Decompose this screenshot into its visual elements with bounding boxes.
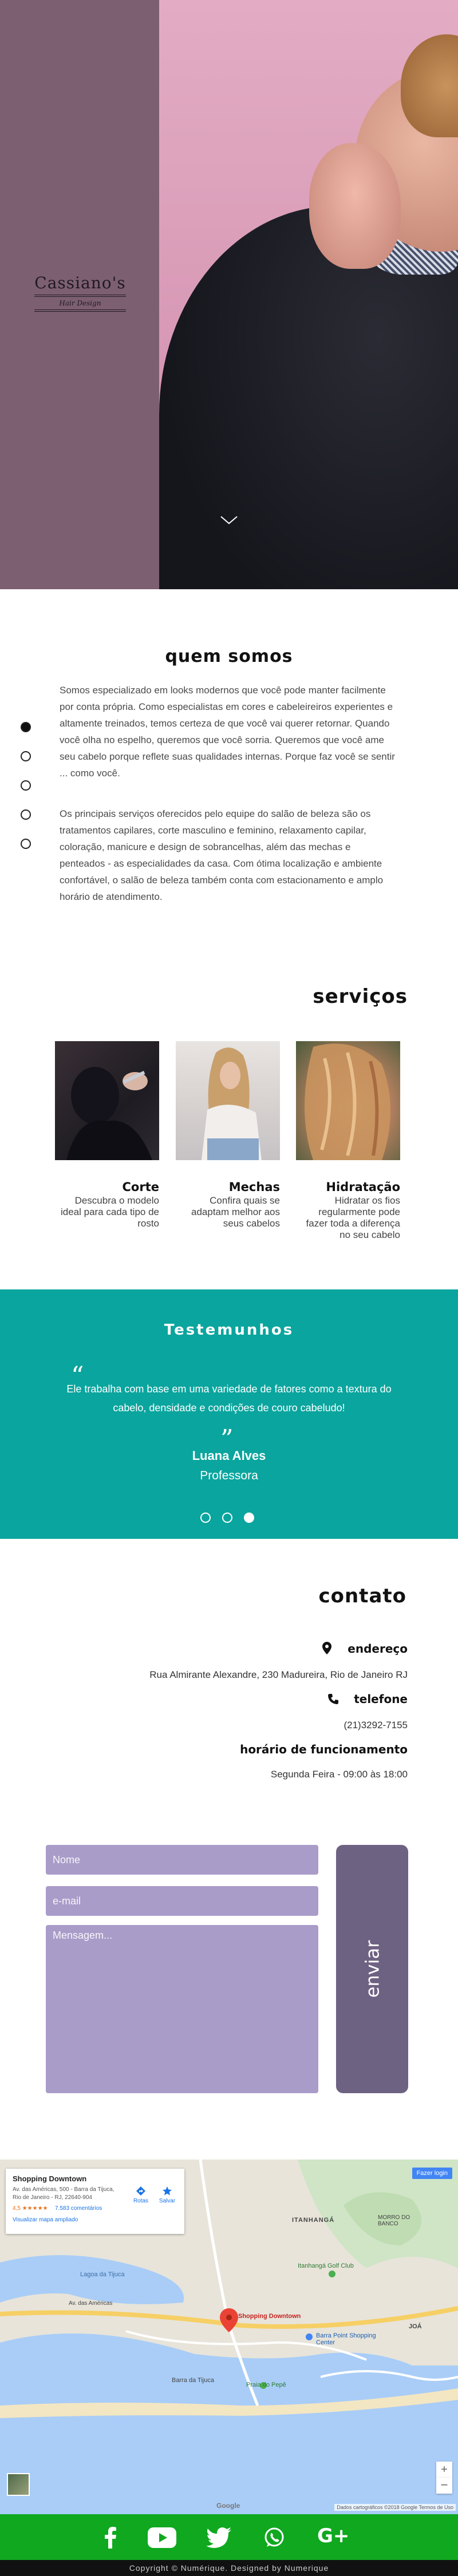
map-place-name: Shopping Downtown: [13, 2174, 87, 2183]
section-dot-nav: [21, 722, 32, 868]
map-label-barra-point: Barra Point Shopping Center: [316, 2332, 376, 2346]
address-text: Rua Almirante Alexandre, 230 Madureira, …: [149, 1669, 408, 1680]
map-label-lagoa: Lagoa da Tijuca: [80, 2271, 125, 2278]
map-label-marker: Shopping Downtown: [238, 2313, 301, 2320]
dot-nav-5[interactable]: [21, 839, 31, 849]
map-reviews-link[interactable]: 7.583 comentários: [55, 2205, 102, 2212]
service-image-hidratacao: [296, 1041, 400, 1160]
zoom-out-button[interactable]: −: [436, 2478, 452, 2494]
logo-divider: [34, 295, 126, 297]
service-name-corte: Corte: [122, 1180, 159, 1194]
map-save-label: Salvar: [159, 2198, 176, 2204]
contact-form: enviar: [46, 1845, 412, 2097]
services-title: serviços: [313, 985, 408, 1008]
testimonial-text: Ele trabalha com base em uma variedade d…: [66, 1383, 392, 1414]
directions-icon: [136, 2186, 145, 2196]
service-desc-mechas: Confira quais se adaptam melhor aos seus…: [191, 1195, 280, 1229]
service-image-mechas: [176, 1041, 280, 1160]
hero-section: Cassiano's Hair Design: [0, 0, 458, 589]
logo-name: Cassiano's: [34, 273, 126, 292]
testimonial-author: Luana Alves: [192, 1448, 266, 1463]
address-heading: endereço: [322, 1642, 408, 1656]
about-paragraph-1: Somos especializado em looks modernos qu…: [60, 685, 395, 779]
send-button-label: enviar: [361, 1940, 383, 1998]
map-login-button[interactable]: Fazer login: [412, 2168, 452, 2179]
twitter-icon[interactable]: [206, 2527, 231, 2549]
testimonial-dot-2[interactable]: [222, 1513, 232, 1523]
copyright-text: Copyright © Numérique. Designed by Numer…: [129, 2563, 329, 2573]
hero-photo-hand: [309, 143, 401, 269]
service-card-hidratacao[interactable]: Hidratação Hidratar os fios regularmente…: [296, 1041, 400, 1241]
send-button[interactable]: enviar: [336, 1845, 408, 2093]
service-card-mechas[interactable]: Mechas Confira quais se adaptam melhor a…: [176, 1041, 280, 1229]
dot-nav-1[interactable]: [21, 722, 31, 732]
map-label-morro-banco: MORRO DO BANCO: [378, 2214, 410, 2227]
whatsapp-icon[interactable]: [263, 2527, 285, 2549]
dot-nav-4[interactable]: [21, 809, 31, 820]
testimonial-role: Professora: [200, 1469, 258, 1482]
hours-heading: horário de funcionamento: [240, 1743, 408, 1756]
map-bigger-link[interactable]: Visualizar mapa ampliado: [13, 2217, 78, 2223]
chevron-down-icon[interactable]: [218, 512, 240, 529]
youtube-icon[interactable]: [148, 2527, 176, 2549]
service-name-hidratacao: Hidratação: [326, 1180, 400, 1194]
service-desc-hidratacao: Hidratar os fios regularmente pode fazer…: [306, 1195, 400, 1240]
service-name-mechas: Mechas: [228, 1180, 280, 1194]
map-label-joa: JOÁ: [409, 2323, 422, 2330]
map-routes-label: Rotas: [133, 2198, 149, 2204]
zoom-in-button[interactable]: +: [436, 2462, 452, 2478]
star-icon: [163, 2186, 172, 2196]
google-logo: Google: [216, 2502, 240, 2510]
testimonials-section: Testemunhos “ Ele trabalha com base em u…: [0, 1289, 458, 1539]
logo-divider-bottom: [34, 309, 126, 312]
map-rating: 4,5 ★★★★★: [13, 2205, 48, 2212]
email-input[interactable]: [46, 1886, 318, 1916]
satellite-toggle[interactable]: [7, 2473, 30, 2496]
google-plus-icon[interactable]: G+: [317, 2525, 349, 2547]
about-paragraph-2: Os principais serviços oferecidos pelo e…: [60, 808, 384, 902]
phone-heading: telefone: [328, 1692, 408, 1706]
map-pin-icon: [322, 1642, 332, 1654]
logo-subtitle: Hair Design: [59, 299, 101, 307]
footer: Copyright © Numérique. Designed by Numer…: [0, 2560, 458, 2576]
map-routes-button[interactable]: Rotas: [129, 2186, 152, 2204]
map-label-praia-pepe: Praia do Pepê: [246, 2381, 286, 2388]
message-textarea[interactable]: [46, 1925, 318, 2093]
dot-nav-3[interactable]: [21, 780, 31, 791]
site-logo[interactable]: Cassiano's Hair Design: [29, 273, 132, 312]
contact-title: contato: [318, 1585, 406, 1607]
service-image-corte: [55, 1041, 159, 1160]
map-save-button[interactable]: Salvar: [156, 2186, 179, 2204]
testimonial-dot-1[interactable]: [200, 1513, 211, 1523]
map-embed[interactable]: ITANHANGÁ MORRO DO BANCO Lagoa da Tijuca…: [0, 2160, 458, 2514]
address-label: endereço: [348, 1642, 408, 1656]
map-label-golf: Itanhangá Golf Club: [298, 2263, 354, 2269]
map-terms[interactable]: Dados cartográficos ©2018 Google Termos …: [334, 2504, 456, 2511]
dot-nav-2[interactable]: [21, 751, 31, 761]
testimonial-pager: [200, 1513, 258, 1525]
name-input[interactable]: [46, 1845, 318, 1875]
service-desc-corte: Descubra o modelo ideal para cada tipo d…: [60, 1195, 159, 1229]
testimonial-dot-3[interactable]: [244, 1513, 254, 1523]
phone-text[interactable]: (21)3292-7155: [344, 1720, 408, 1731]
map-label-itanhanga: ITANHANGÁ: [292, 2217, 335, 2224]
service-card-corte[interactable]: Corte Descubra o modelo ideal para cada …: [55, 1041, 159, 1229]
phone-label: telefone: [354, 1692, 408, 1706]
phone-icon: [328, 1694, 339, 1704]
social-bar: G+: [0, 2514, 458, 2560]
map-label-av-americas: Av. das Américas: [69, 2300, 113, 2307]
hours-text: Segunda Feira - 09:00 às 18:00: [270, 1769, 408, 1780]
facebook-icon[interactable]: [104, 2527, 117, 2549]
about-title: quem somos: [165, 646, 293, 666]
map-label-barra-tijuca: Barra da Tijuca: [172, 2377, 214, 2384]
map-place-address: Av. das Américas, 500 - Barra da Tijuca,…: [13, 2186, 114, 2201]
testimonials-title: Testemunhos: [164, 1321, 294, 1339]
map-info-card: Shopping Downtown Av. das Américas, 500 …: [6, 2169, 184, 2234]
